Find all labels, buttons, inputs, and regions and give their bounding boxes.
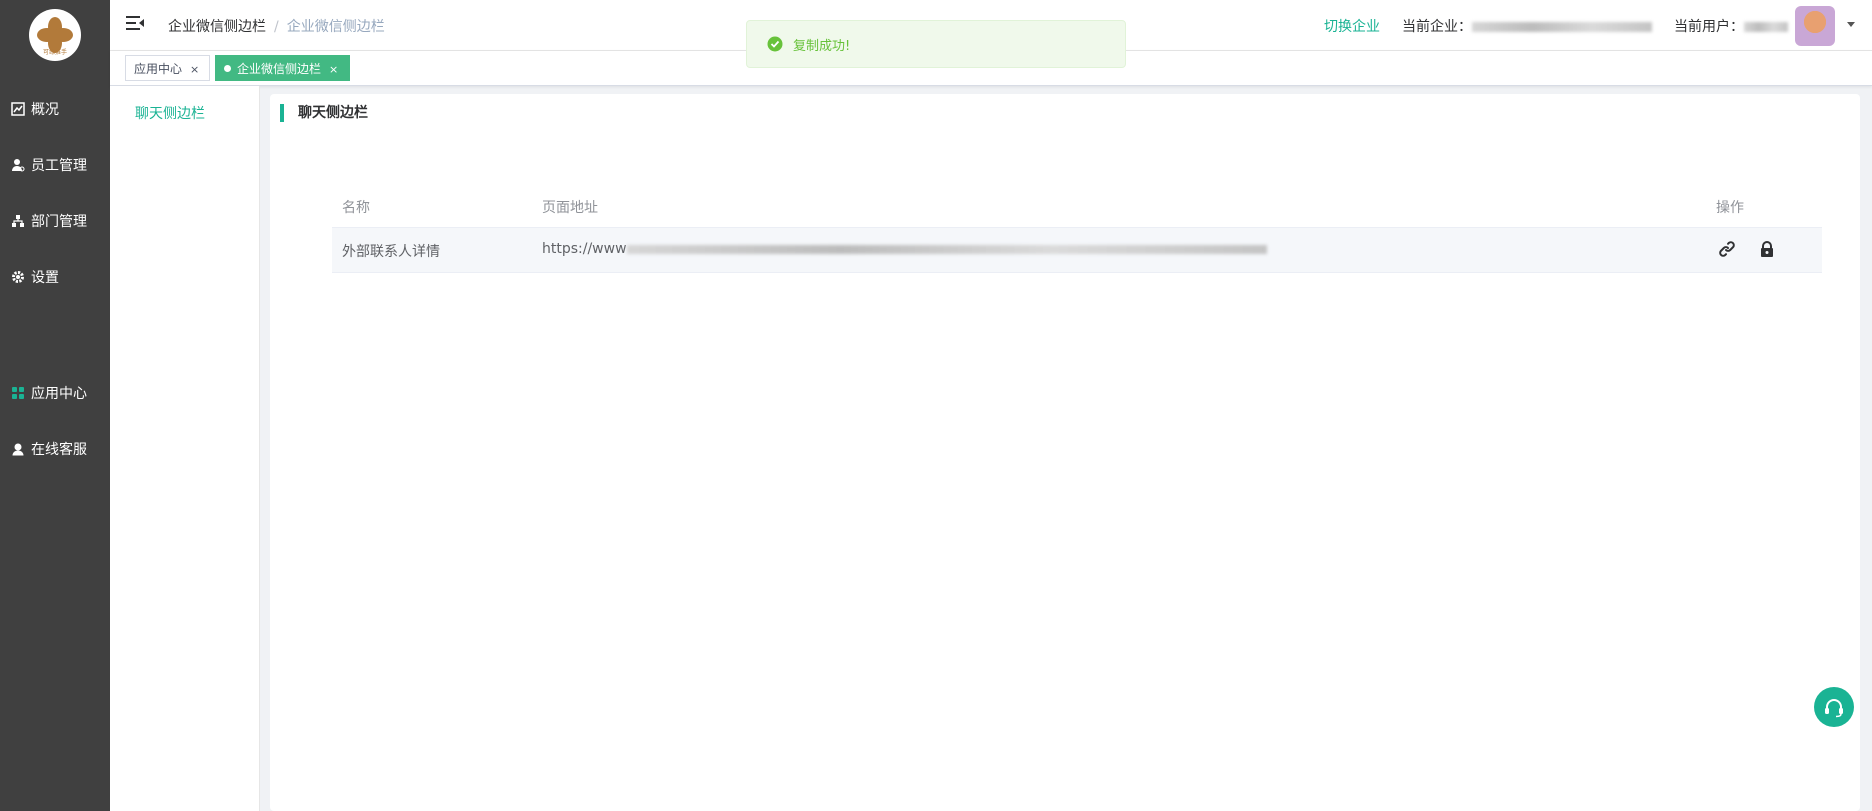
- current-user-label: 当前用户：: [1674, 19, 1744, 35]
- table-header: 名称 页面地址 操作: [332, 183, 1822, 228]
- sidebar-item-staff[interactable]: 员工管理: [0, 147, 110, 183]
- page-title: 聊天侧边栏: [280, 104, 368, 122]
- row-url: https://www: [542, 241, 1267, 257]
- tab-app-center[interactable]: 应用中心 ×: [125, 55, 210, 81]
- headset-icon: [1825, 699, 1843, 718]
- lock-icon[interactable]: [1758, 240, 1776, 258]
- submenu-panel: 聊天侧边栏: [110, 86, 260, 811]
- sidebar-item-label: 部门管理: [31, 214, 87, 230]
- tab-label: 应用中心: [134, 62, 183, 76]
- customer-service-button[interactable]: [1814, 687, 1854, 727]
- sidebar-item-label: 设置: [31, 270, 59, 286]
- sidebar: 可缘推手 概况 员工管理 部门管理 设置 应用中心 在线客服: [0, 0, 110, 811]
- apps-icon: [12, 387, 24, 399]
- toast-message: 复制成功!: [793, 38, 851, 54]
- sidebar-item-label: 在线客服: [31, 442, 87, 458]
- chevron-down-icon[interactable]: [1847, 22, 1855, 27]
- active-dot-icon: [224, 65, 231, 72]
- column-header-name: 名称: [342, 200, 370, 216]
- current-user: 当前用户：: [1674, 16, 1788, 36]
- sidebar-item-online-service[interactable]: 在线客服: [0, 431, 110, 467]
- gear-icon: [12, 271, 24, 283]
- column-header-actions: 操作: [1716, 200, 1744, 216]
- sidebar-item-label: 应用中心: [31, 386, 87, 402]
- breadcrumb-current: 企业微信侧边栏: [286, 19, 385, 35]
- url-prefix: https://www: [542, 241, 627, 257]
- current-enterprise-label: 当前企业：: [1402, 19, 1472, 35]
- sidebar-item-label: 概况: [31, 102, 59, 118]
- logo-mark: 可缘推手: [33, 13, 77, 57]
- redacted-url: [626, 244, 1267, 254]
- tab-wecom-sidebar[interactable]: 企业微信侧边栏 ×: [215, 55, 350, 81]
- table-row: 外部联系人详情 https://www: [332, 228, 1822, 273]
- user-icon: [12, 159, 25, 172]
- brand-logo[interactable]: 可缘推手: [29, 9, 81, 61]
- sidebar-item-app-center[interactable]: 应用中心: [0, 375, 110, 411]
- column-header-url: 页面地址: [542, 200, 598, 216]
- breadcrumb-item[interactable]: 企业微信侧边栏: [168, 19, 266, 35]
- sidebar-pages-table: 名称 页面地址 操作 外部联系人详情 https://www: [332, 183, 1822, 273]
- check-circle-icon: [767, 36, 783, 52]
- redacted-user-name: [1744, 22, 1788, 32]
- sidebar-item-label: 员工管理: [31, 158, 87, 174]
- breadcrumb: 企业微信侧边栏 / 企业微信侧边栏: [168, 16, 385, 36]
- switch-enterprise-link[interactable]: 切换企业: [1324, 16, 1380, 36]
- redacted-enterprise-name: [1472, 22, 1652, 32]
- menu-collapse-icon[interactable]: [126, 15, 144, 31]
- current-enterprise: 当前企业：: [1402, 16, 1652, 36]
- sidebar-item-overview[interactable]: 概况: [0, 91, 110, 127]
- breadcrumb-separator: /: [274, 19, 279, 35]
- sidebar-item-departments[interactable]: 部门管理: [0, 203, 110, 239]
- success-toast: 复制成功!: [746, 20, 1126, 68]
- tab-label: 企业微信侧边栏: [237, 62, 322, 76]
- chart-icon: [11, 102, 25, 116]
- logo-text: 可缘推手: [42, 49, 67, 56]
- agent-icon: [12, 443, 24, 456]
- org-icon: [12, 215, 24, 227]
- avatar[interactable]: [1795, 6, 1835, 46]
- close-icon[interactable]: ×: [190, 63, 199, 76]
- submenu-item-chat-sidebar[interactable]: 聊天侧边栏: [135, 103, 205, 123]
- content-card: 聊天侧边栏 名称 页面地址 操作 外部联系人详情 https://www: [270, 94, 1860, 811]
- copy-link-icon[interactable]: [1718, 240, 1736, 258]
- sidebar-item-settings[interactable]: 设置: [0, 259, 110, 295]
- row-name: 外部联系人详情: [342, 244, 440, 260]
- close-icon[interactable]: ×: [329, 63, 338, 76]
